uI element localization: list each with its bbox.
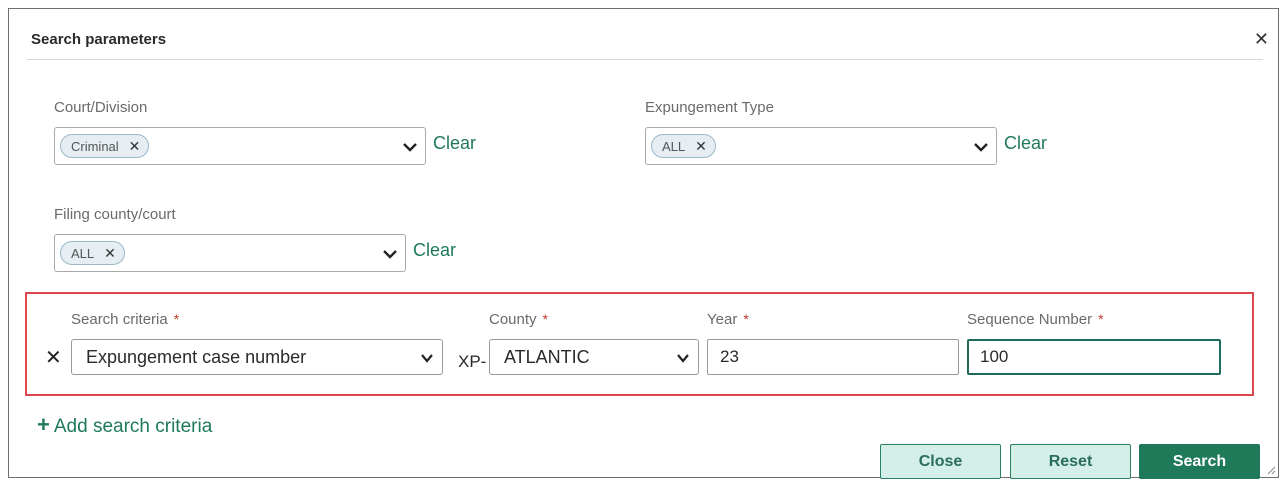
search-parameters-dialog: Search parameters ✕ Court/Division Crimi… bbox=[8, 8, 1279, 479]
chevron-down-icon[interactable] bbox=[972, 138, 990, 156]
chevron-down-icon bbox=[677, 354, 689, 363]
chip-remove-icon[interactable]: ✕ bbox=[695, 138, 707, 155]
close-icon[interactable]: ✕ bbox=[1254, 29, 1269, 50]
add-search-criteria-label: Add search criteria bbox=[53, 416, 213, 437]
expungement-type-label: Expungement Type bbox=[645, 99, 774, 116]
year-label: Year * bbox=[707, 311, 749, 328]
chevron-down-icon bbox=[421, 354, 433, 363]
county-select[interactable]: ATLANTIC bbox=[489, 339, 699, 375]
dialog-header: Search parameters ✕ bbox=[27, 9, 1269, 60]
expungement-type-clear-link[interactable]: Clear bbox=[1004, 133, 1047, 154]
expungement-type-chip: ALL ✕ bbox=[651, 134, 716, 158]
county-label: County * bbox=[489, 311, 548, 328]
required-marker: * bbox=[1098, 311, 1104, 327]
filing-county-select[interactable]: ALL ✕ bbox=[54, 234, 406, 272]
chip-remove-icon[interactable]: ✕ bbox=[104, 245, 116, 262]
chip-remove-icon[interactable]: ✕ bbox=[129, 138, 141, 155]
case-prefix: XP- bbox=[458, 352, 487, 371]
chevron-down-icon[interactable] bbox=[401, 138, 419, 156]
close-button[interactable]: Close bbox=[880, 444, 1001, 479]
required-marker: * bbox=[173, 311, 180, 327]
search-criteria-select[interactable]: Expungement case number bbox=[71, 339, 443, 375]
required-marker: * bbox=[743, 311, 749, 327]
filing-county-clear-link[interactable]: Clear bbox=[413, 240, 456, 261]
sequence-number-input[interactable]: 100 bbox=[967, 339, 1221, 375]
year-input[interactable]: 23 bbox=[707, 339, 959, 375]
county-value: ATLANTIC bbox=[504, 347, 590, 367]
add-search-criteria-link[interactable]: + Add search criteria bbox=[37, 412, 212, 438]
chevron-down-icon[interactable] bbox=[381, 245, 399, 263]
required-marker: * bbox=[542, 311, 548, 327]
court-division-clear-link[interactable]: Clear bbox=[433, 133, 476, 154]
filing-county-label: Filing county/court bbox=[54, 206, 176, 223]
sequence-number-label: Sequence Number * bbox=[967, 311, 1104, 328]
chip-label: ALL bbox=[662, 138, 686, 154]
chip-label: Criminal bbox=[71, 138, 119, 154]
expungement-type-select[interactable]: ALL ✕ bbox=[645, 127, 997, 165]
dialog-title: Search parameters bbox=[31, 31, 167, 48]
court-division-chip: Criminal ✕ bbox=[60, 134, 150, 158]
remove-criteria-icon[interactable]: ✕ bbox=[45, 345, 62, 370]
search-button[interactable]: Search bbox=[1139, 444, 1260, 479]
court-division-select[interactable]: Criminal ✕ bbox=[54, 127, 426, 165]
search-criteria-label: Search criteria * bbox=[71, 311, 180, 328]
court-division-label: Court/Division bbox=[54, 99, 148, 116]
plus-icon: + bbox=[37, 412, 50, 437]
resize-handle-icon[interactable] bbox=[1264, 463, 1276, 475]
search-criteria-value: Expungement case number bbox=[86, 347, 307, 367]
chip-label: ALL bbox=[71, 245, 95, 261]
filing-county-chip: ALL ✕ bbox=[60, 241, 125, 265]
reset-button[interactable]: Reset bbox=[1010, 444, 1131, 479]
